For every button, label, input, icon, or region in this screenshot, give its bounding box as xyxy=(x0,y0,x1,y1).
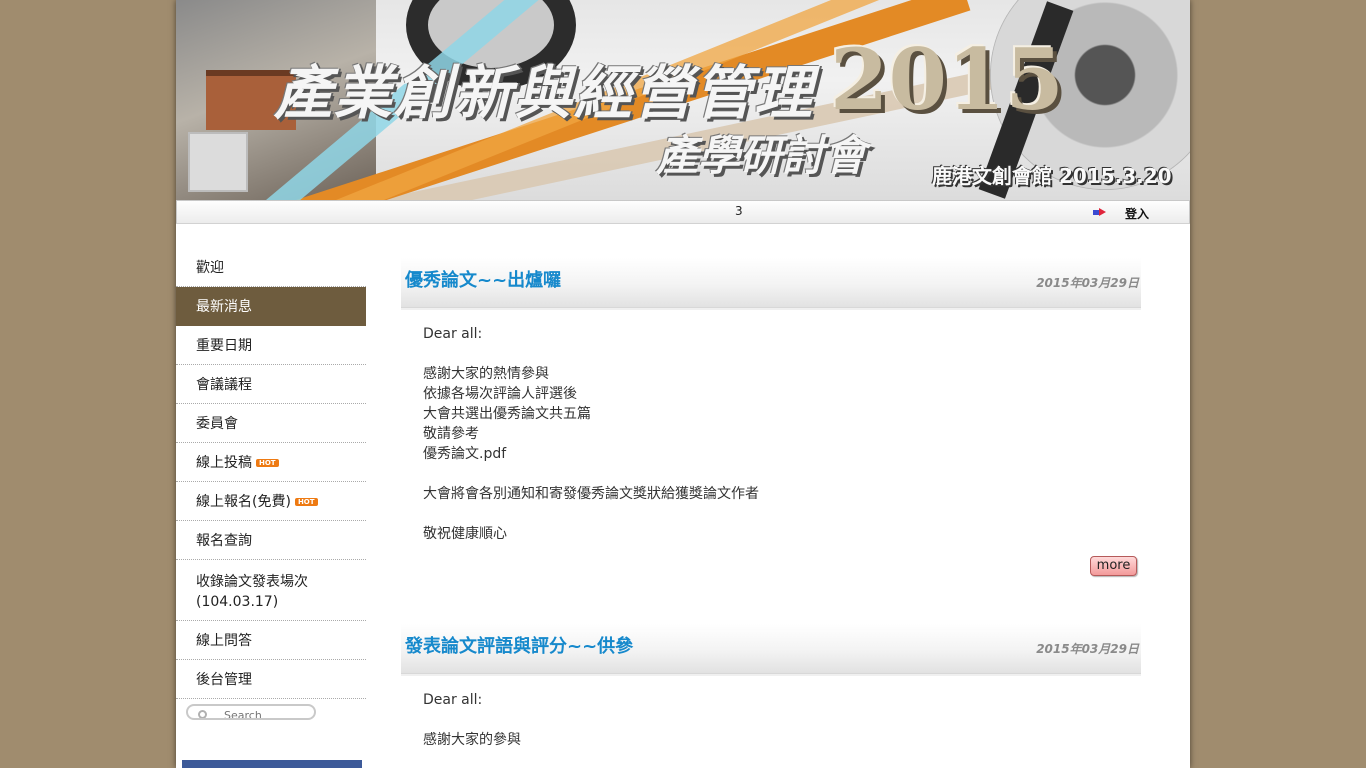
sidebar-item-label: 線上投稿 xyxy=(196,455,252,471)
post-line: 依據各場次評論人評選後 xyxy=(423,386,577,402)
post-line: 敬祝健康順心 xyxy=(423,526,507,542)
post-line: Dear all: xyxy=(423,326,483,342)
post-line: 感謝大家的熱情參與 xyxy=(423,366,549,382)
sidebar-item-news[interactable]: 最新消息 xyxy=(176,287,366,326)
post-line: 感謝大家的參與 xyxy=(423,732,521,748)
sidebar-item-admin[interactable]: 後台管理 xyxy=(176,660,366,699)
top-bar: 3 登入 xyxy=(176,200,1190,224)
sidebar-item-label: 重要日期 xyxy=(196,338,252,354)
sidebar-item-label: 會議議程 xyxy=(196,377,252,393)
post-date: 2015年03月29日 xyxy=(1036,276,1139,290)
sidebar-item-paper-sessions[interactable]: 收錄論文發表場次 (104.03.17) xyxy=(176,560,366,621)
post-header: 發表論文評語與評分~~供參 2015年03月29日 xyxy=(401,624,1141,674)
sidebar-item-label-date: (104.03.17) xyxy=(196,594,279,610)
more-button[interactable]: more xyxy=(1090,556,1137,576)
main-content: 優秀論文~~出爐囉 2015年03月29日 Dear all: 感謝大家的熱情參… xyxy=(401,258,1141,768)
post-title-link[interactable]: 發表論文評語與評分~~供參 xyxy=(405,632,633,658)
post-body: Dear all: 感謝大家的熱情參與 依據各場次評論人評選後 大會共選出優秀論… xyxy=(401,308,1141,544)
attachment-link[interactable]: 優秀論文.pdf xyxy=(423,444,1141,464)
sidebar-item-label: 線上報名(免費) xyxy=(196,494,291,510)
post-line: 敬請參考 xyxy=(423,426,479,442)
post-body: Dear all: 感謝大家的參與 xyxy=(401,674,1141,750)
sidebar-item-online-registration[interactable]: 線上報名(免費) HOT xyxy=(176,482,366,521)
search-icon xyxy=(198,710,207,718)
sidebar-item-label: 收錄論文發表場次 xyxy=(196,574,308,590)
visitor-counter: 3 xyxy=(735,204,743,218)
banner-venue-date: 鹿港文創會館 2015.3.20 xyxy=(932,164,1172,188)
news-post: 發表論文評語與評分~~供參 2015年03月29日 Dear all: 感謝大家… xyxy=(401,624,1141,750)
post-title-link[interactable]: 優秀論文~~出爐囉 xyxy=(405,266,561,292)
post-line: 大會共選出優秀論文共五篇 xyxy=(423,406,591,422)
sidebar-item-important-dates[interactable]: 重要日期 xyxy=(176,326,366,365)
post-footer: more xyxy=(401,544,1141,604)
sidebar-nav: 歡迎 最新消息 重要日期 會議議程 委員會 線上投稿 HOT 線上報名(免費) HO… xyxy=(176,248,366,768)
sidebar-item-label: 報名查詢 xyxy=(196,533,252,549)
banner-building-graphic xyxy=(188,132,248,192)
banner-title: 產業創新與經營管理 xyxy=(274,59,815,127)
sidebar-item-online-qa[interactable]: 線上問答 xyxy=(176,621,366,660)
sidebar-item-welcome[interactable]: 歡迎 xyxy=(176,248,366,287)
post-line: Dear all: xyxy=(423,692,483,708)
login-link[interactable]: 登入 xyxy=(1125,205,1149,222)
page-container: 產業創新與經營管理 2015 產學研討會 鹿港文創會館 2015.3.20 3 … xyxy=(176,0,1190,768)
sidebar-widget[interactable] xyxy=(182,760,362,768)
hot-badge: HOT xyxy=(256,459,279,467)
sidebar-item-label: 最新消息 xyxy=(196,299,252,315)
banner-subtitle: 產學研討會 xyxy=(656,131,867,180)
post-header: 優秀論文~~出爐囉 2015年03月29日 xyxy=(401,258,1141,308)
post-line: 大會將會各別通知和寄發優秀論文獎狀給獲獎論文作者 xyxy=(423,486,759,502)
sidebar-item-label: 後台管理 xyxy=(196,672,252,688)
banner-year: 2015 xyxy=(830,30,1064,129)
sidebar-item-registration-lookup[interactable]: 報名查詢 xyxy=(176,521,366,560)
sidebar-item-label: 委員會 xyxy=(196,416,238,432)
post-date: 2015年03月29日 xyxy=(1036,642,1139,656)
sidebar-item-agenda[interactable]: 會議議程 xyxy=(176,365,366,404)
login-arrow-icon[interactable] xyxy=(1093,208,1107,217)
search-box[interactable] xyxy=(186,704,316,720)
sidebar-item-committee[interactable]: 委員會 xyxy=(176,404,366,443)
hot-badge: HOT xyxy=(294,498,318,506)
news-post: 優秀論文~~出爐囉 2015年03月29日 Dear all: 感謝大家的熱情參… xyxy=(401,258,1141,604)
search-input[interactable] xyxy=(224,709,312,718)
header-banner: 產業創新與經營管理 2015 產學研討會 鹿港文創會館 2015.3.20 xyxy=(176,0,1190,200)
sidebar-item-online-submission[interactable]: 線上投稿 HOT xyxy=(176,443,366,482)
sidebar-item-label: 線上問答 xyxy=(196,633,252,649)
sidebar-item-label: 歡迎 xyxy=(196,260,224,276)
